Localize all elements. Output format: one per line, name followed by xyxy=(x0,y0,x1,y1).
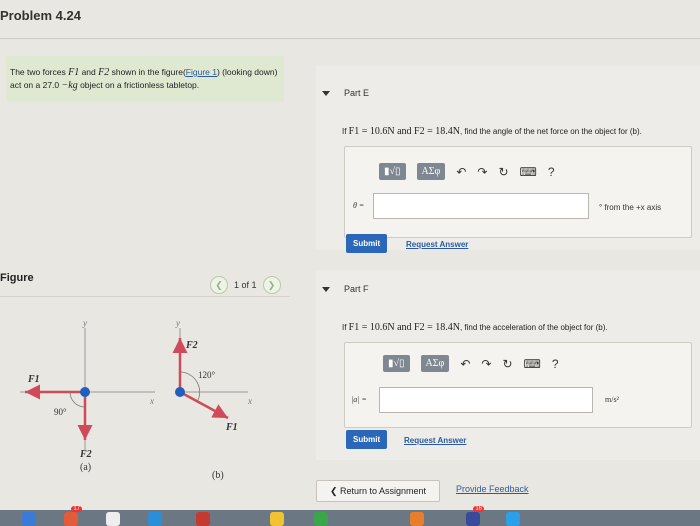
greek-symbols-button[interactable]: ΑΣφ xyxy=(420,355,450,372)
part-f-submit-button[interactable]: Submit xyxy=(346,430,388,449)
calendar-icon[interactable]: 17 xyxy=(64,506,82,526)
notes-icon[interactable] xyxy=(270,512,284,526)
templates-button[interactable]: ▮√▯ xyxy=(379,163,406,180)
part-e-submit-button[interactable]: Submit xyxy=(346,234,388,253)
angle-label-b: 120° xyxy=(198,370,216,380)
theta-label: θ = xyxy=(353,201,365,210)
app-icon[interactable] xyxy=(410,512,424,526)
y-label-b: y xyxy=(175,318,180,328)
question-text: , find the acceleration of the object fo… xyxy=(459,323,608,332)
acceleration-input[interactable] xyxy=(379,387,593,413)
caption-a: (a) xyxy=(80,462,91,473)
dock xyxy=(0,510,700,526)
question-text: If xyxy=(342,127,349,136)
return-to-assignment-button[interactable]: ❮ Return to Assignment xyxy=(316,480,440,502)
intro-text: object on a frictionless tabletop. xyxy=(77,80,200,90)
f1-symbol: F1 xyxy=(68,67,80,78)
acceleration-unit: m/s² xyxy=(605,395,619,404)
force-figure: y x F1 F2 90° (a) y x F2 F1 120° (b) xyxy=(20,318,252,481)
undo-icon[interactable]: ↶ xyxy=(456,165,466,179)
collapse-triangle-icon xyxy=(322,286,330,292)
figure-heading: Figure xyxy=(0,272,34,284)
part-f-panel: Part F If F1 = 10.6N and F2 = 18.4N, fin… xyxy=(316,270,700,460)
part-e-title: Part E xyxy=(344,88,370,98)
part-e-answer-box: ▮√▯ ΑΣφ ↶ ↷ ↻ ⌨ ? θ = ° from the +x axis xyxy=(344,146,692,238)
angle-reference: ° from the +x axis xyxy=(599,203,662,212)
part-f-title: Part F xyxy=(344,284,369,294)
f1-label-b: F1 xyxy=(225,422,238,433)
angle-label-a: 90° xyxy=(54,407,67,417)
f2-symbol: F2 xyxy=(98,67,110,78)
notification-badge: 16 xyxy=(473,506,484,512)
figure-link[interactable]: Figure 1 xyxy=(186,67,217,77)
vector-f1-b xyxy=(179,390,229,420)
intro-text: and xyxy=(79,67,99,77)
intro-text: shown in the figure( xyxy=(109,67,186,77)
y-label-a: y xyxy=(82,318,87,328)
divider xyxy=(0,38,700,39)
reset-icon[interactable]: ↻ xyxy=(498,165,508,179)
app-icon[interactable]: 16 xyxy=(466,506,484,526)
acceleration-label: |a| = xyxy=(351,395,367,404)
finder-icon[interactable] xyxy=(22,512,36,526)
app-icon[interactable] xyxy=(196,512,210,526)
app-icon[interactable] xyxy=(506,512,520,526)
redo-icon[interactable]: ↷ xyxy=(481,357,491,371)
notification-badge: 17 xyxy=(71,506,82,512)
math-toolbar: ▮√▯ ΑΣφ ↶ ↷ ↻ ⌨ ? xyxy=(383,355,559,372)
keyboard-icon[interactable]: ⌨ xyxy=(520,165,537,179)
angle-input[interactable] xyxy=(373,193,589,219)
collapse-triangle-icon xyxy=(322,90,330,96)
mass-unit: −kg xyxy=(61,80,78,91)
part-f-request-answer-link[interactable]: Request Answer xyxy=(404,436,466,445)
question-text: , find the angle of the net force on the… xyxy=(459,127,642,136)
provide-feedback-link[interactable]: Provide Feedback xyxy=(456,484,529,494)
x-label-b: x xyxy=(247,396,252,406)
f2-label-b: F2 xyxy=(185,340,198,351)
help-icon[interactable]: ? xyxy=(552,357,559,371)
origin-a xyxy=(80,387,90,397)
chrome-icon[interactable] xyxy=(106,512,120,526)
chevron-left-icon[interactable]: ❮ xyxy=(210,276,228,294)
greek-symbols-button[interactable]: ΑΣφ xyxy=(416,163,446,180)
part-f-header[interactable]: Part F xyxy=(322,284,369,294)
help-icon[interactable]: ? xyxy=(548,165,555,179)
redo-icon[interactable]: ↷ xyxy=(477,165,487,179)
x-label-a: x xyxy=(149,396,154,406)
pager-text: 1 of 1 xyxy=(234,280,257,290)
chevron-right-icon[interactable]: ❯ xyxy=(262,276,281,294)
question-math: F1 = 10.6N and F2 = 18.4N xyxy=(348,126,460,137)
templates-button[interactable]: ▮√▯ xyxy=(383,355,410,372)
math-toolbar: ▮√▯ ΑΣφ ↶ ↷ ↻ ⌨ ? xyxy=(379,163,555,180)
part-f-answer-box: ▮√▯ ΑΣφ ↶ ↷ ↻ ⌨ ? |a| = m/s² xyxy=(344,342,692,428)
question-math: F1 = 10.6N and F2 = 18.4N xyxy=(348,322,460,333)
f2-label-a: F2 xyxy=(79,449,92,460)
part-e-header[interactable]: Part E xyxy=(322,88,369,98)
page-title: Problem 4.24 xyxy=(0,8,81,23)
part-f-question: If F1 = 10.6N and F2 = 18.4N, find the a… xyxy=(342,322,608,333)
figure-pager: ❮ 1 of 1 ❯ xyxy=(210,276,281,294)
part-e-panel: Part E If F1 = 10.6N and F2 = 18.4N, fin… xyxy=(316,66,700,253)
origin-b xyxy=(175,387,185,397)
f1-label-a: F1 xyxy=(27,374,40,385)
part-e-question: If F1 = 10.6N and F2 = 18.4N, find the a… xyxy=(342,126,642,137)
undo-icon[interactable]: ↶ xyxy=(460,357,470,371)
app-icon[interactable] xyxy=(314,512,328,526)
caption-b: (b) xyxy=(212,470,224,481)
intro-text: The two forces xyxy=(10,67,69,77)
part-e-request-answer-link[interactable]: Request Answer xyxy=(406,240,468,249)
keyboard-icon[interactable]: ⌨ xyxy=(524,357,541,371)
divider xyxy=(0,296,290,297)
problem-statement: The two forces F1 and F2 shown in the fi… xyxy=(6,56,284,102)
question-text: If xyxy=(342,323,349,332)
reset-icon[interactable]: ↻ xyxy=(502,357,512,371)
safari-icon[interactable] xyxy=(148,512,162,526)
